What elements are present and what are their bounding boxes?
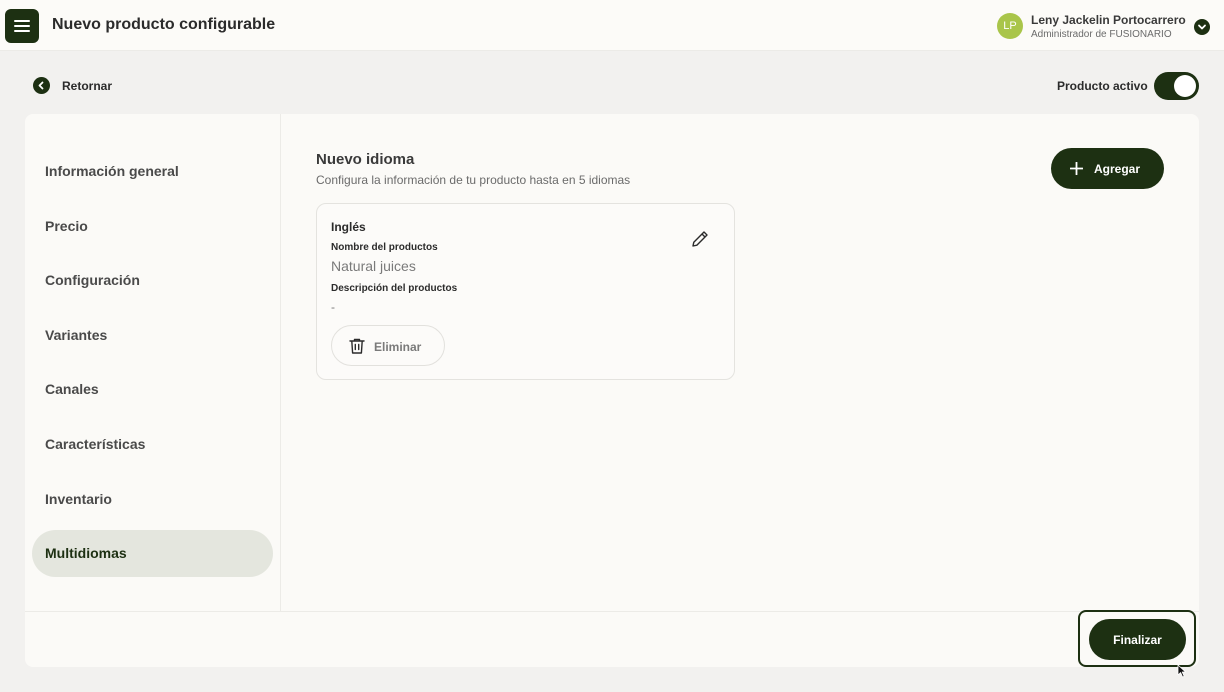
- sidebar-item-label: Precio: [45, 218, 88, 234]
- toggle-knob: [1174, 75, 1196, 97]
- sidebar-item-multidiomas[interactable]: Multidiomas: [32, 530, 273, 577]
- product-active-toggle[interactable]: [1154, 72, 1199, 100]
- sidebar-item-configuracion[interactable]: Configuración: [32, 257, 273, 304]
- sidebar-item-precio[interactable]: Precio: [32, 203, 273, 250]
- menu-button[interactable]: [5, 9, 39, 43]
- product-active-label: Producto activo: [1057, 79, 1148, 93]
- edit-pencil-icon[interactable]: [689, 228, 711, 250]
- sidebar-item-canales[interactable]: Canales: [32, 366, 273, 413]
- sidebar-item-label: Información general: [45, 163, 179, 179]
- add-language-label: Agregar: [1094, 162, 1141, 176]
- plus-icon: [1070, 162, 1083, 175]
- product-description-value: -: [331, 300, 335, 314]
- sidebar-item-label: Configuración: [45, 272, 140, 288]
- sidebar-item-variantes[interactable]: Variantes: [32, 312, 273, 359]
- trash-icon: [349, 338, 365, 354]
- chevron-down-icon: [1198, 24, 1206, 30]
- hamburger-menu-icon: [14, 20, 30, 22]
- mouse-cursor-icon: [1177, 664, 1186, 678]
- sidebar-item-label: Inventario: [45, 491, 112, 507]
- user-name: Leny Jackelin Portocarrero: [1031, 13, 1186, 27]
- back-arrow-icon: [33, 77, 50, 94]
- product-description-label: Descripción del productos: [331, 283, 458, 294]
- delete-language-label: Eliminar: [374, 340, 422, 354]
- sidebar-item-label: Variantes: [45, 327, 108, 343]
- sidebar-divider: [280, 114, 281, 611]
- footer-divider: [25, 611, 1199, 612]
- language-name: Inglés: [331, 220, 366, 234]
- language-card: Inglés Nombre del productos Natural juic…: [316, 203, 735, 380]
- section-subtitle: Configura la información de tu producto …: [316, 173, 631, 187]
- sidebar-item-label: Características: [45, 436, 146, 452]
- sidebar-item-informacion-general[interactable]: Información general: [32, 148, 273, 195]
- finish-button[interactable]: Finalizar: [1089, 619, 1186, 660]
- finish-label: Finalizar: [1113, 633, 1162, 647]
- back-label: Retornar: [62, 79, 113, 93]
- product-name-value: Natural juices: [331, 258, 416, 274]
- user-menu-toggle[interactable]: [1194, 19, 1210, 35]
- top-bar: Nuevo producto configurable LP Leny Jack…: [0, 0, 1224, 51]
- product-name-label: Nombre del productos: [331, 242, 438, 253]
- sidebar-item-caracteristicas[interactable]: Características: [32, 421, 273, 468]
- sidebar-item-inventario[interactable]: Inventario: [32, 476, 273, 523]
- section-title: Nuevo idioma: [316, 151, 415, 168]
- delete-language-button[interactable]: Eliminar: [331, 325, 445, 366]
- sidebar-item-label: Multidiomas: [45, 545, 127, 561]
- add-language-button[interactable]: Agregar: [1051, 148, 1164, 189]
- page-title: Nuevo producto configurable: [52, 16, 276, 33]
- avatar[interactable]: LP: [997, 13, 1023, 39]
- user-role: Administrador de FUSIONARIO: [1031, 29, 1172, 40]
- sidebar-item-label: Canales: [45, 381, 99, 397]
